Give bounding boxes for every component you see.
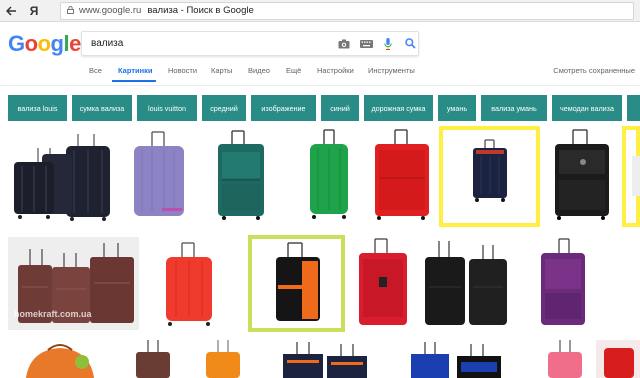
suitcase-image: [276, 242, 320, 321]
result-image-red-soft-suitcase[interactable]: [351, 237, 415, 330]
result-image-navy-suitcase[interactable]: [439, 126, 540, 227]
suitcase-image: [473, 139, 507, 202]
result-image-black-suitcase-pair[interactable]: [421, 237, 513, 330]
result-image-black-orange-suitcase[interactable]: [248, 235, 345, 332]
logo-letter: g: [50, 31, 64, 56]
browser-toolbar: Я www.google.ru вализа - Поиск в Google: [0, 0, 640, 22]
suitcase-image: [218, 130, 264, 220]
logo-letter: o: [24, 31, 38, 56]
suitcase-image: [375, 129, 429, 220]
result-image-lavender-suitcase[interactable]: [126, 128, 191, 223]
suitcase-image: [134, 131, 184, 216]
tab-all[interactable]: Все: [89, 66, 102, 75]
keyboard-icon[interactable]: [358, 36, 374, 52]
camera-icon[interactable]: [336, 36, 352, 52]
tab-video[interactable]: Видео: [248, 66, 270, 75]
suitcase-image: [166, 242, 212, 326]
result-image-purple-suitcase[interactable]: [535, 237, 591, 330]
google-logo[interactable]: Google: [8, 31, 81, 57]
result-image-pink-suitcase[interactable]: [540, 340, 590, 378]
suitcase-image: [604, 348, 634, 378]
luggage-image: [26, 344, 94, 378]
result-image-blue-suitcase[interactable]: [405, 340, 515, 378]
result-image-orange-luggage[interactable]: [20, 340, 100, 378]
result-image-black-luggage-set[interactable]: [8, 128, 121, 223]
chip-louis-vuitton[interactable]: louis vuitton: [137, 95, 197, 121]
chip-travel-bag[interactable]: дорожная сумка: [364, 95, 433, 121]
result-image-brown-luggage-set[interactable]: homekraft.com.ua: [8, 237, 139, 330]
result-image-partial-suitcase[interactable]: [622, 126, 640, 227]
chip-bag[interactable]: сумка вализа: [72, 95, 132, 121]
tab-settings[interactable]: Настройки: [317, 66, 354, 75]
address-title: вализа - Поиск в Google: [147, 5, 254, 16]
result-image-orange-suitcase[interactable]: [198, 340, 248, 378]
search-tabs: Все Картинки Новости Карты Видео Ещё Нас…: [0, 66, 640, 82]
result-image-teal-suitcase[interactable]: [196, 128, 276, 223]
tab-more[interactable]: Ещё: [286, 66, 301, 75]
luggage-set-image: [411, 342, 501, 378]
luggage-set-image: [283, 342, 367, 378]
chip-louis[interactable]: вализа louis: [8, 95, 67, 121]
result-image-red-suitcase[interactable]: [365, 128, 435, 223]
tab-maps[interactable]: Карты: [211, 66, 232, 75]
chip-image[interactable]: изображение: [251, 95, 316, 121]
chip-more[interactable]: с: [627, 95, 640, 121]
suitcase-image: [310, 129, 348, 219]
suitcase-image: [541, 238, 585, 325]
microphone-icon[interactable]: [380, 36, 396, 52]
luggage-set-image: [14, 134, 110, 221]
address-url: www.google.ru: [79, 5, 142, 16]
suitcase-image: [548, 340, 582, 378]
related-chips: вализа louis сумка вализа louis vuitton …: [0, 95, 640, 123]
suitcase-image: [359, 238, 407, 325]
result-image-red-hardshell-suitcase[interactable]: [156, 237, 220, 330]
tabs-divider: [0, 85, 640, 86]
saved-images-link[interactable]: Смотреть сохраненные: [553, 66, 635, 75]
suitcase-image: [632, 156, 640, 196]
tab-images[interactable]: Картинки: [118, 66, 153, 75]
chip-blue[interactable]: синий: [321, 95, 359, 121]
suitcase-image: [206, 340, 240, 378]
search-box: [81, 31, 419, 56]
logo-letter: G: [8, 31, 25, 56]
search-icon[interactable]: [402, 36, 418, 52]
yandex-button[interactable]: Я: [22, 0, 46, 22]
logo-letter: o: [37, 31, 51, 56]
chip-medium[interactable]: средний: [202, 95, 246, 121]
tab-tools[interactable]: Инструменты: [368, 66, 415, 75]
arrow-left-icon: [5, 5, 16, 16]
search-input[interactable]: [91, 33, 331, 54]
chip-valiza-uman[interactable]: вализа умань: [481, 95, 547, 121]
image-watermark: homekraft.com.ua: [14, 309, 92, 319]
result-image-red-suitcase-2[interactable]: [596, 340, 640, 378]
result-image-navy-orange-suitcase[interactable]: [275, 340, 385, 378]
result-image-black-suitcase[interactable]: [545, 128, 617, 223]
logo-letter: e: [69, 31, 81, 56]
address-bar[interactable]: www.google.ru вализа - Поиск в Google: [60, 1, 634, 20]
luggage-pair-image: [425, 241, 507, 325]
active-tab-indicator: [112, 80, 156, 82]
lock-icon: [67, 5, 74, 16]
result-image-green-suitcase[interactable]: [298, 128, 358, 223]
chip-uman[interactable]: умань: [438, 95, 476, 121]
tab-news[interactable]: Новости: [168, 66, 197, 75]
suitcase-image: [555, 129, 609, 220]
suitcase-image: [136, 340, 170, 378]
result-image-brown-suitcase[interactable]: [128, 340, 178, 378]
back-button[interactable]: [0, 0, 22, 22]
chip-suitcase-valiza[interactable]: чемодан вализа: [552, 95, 622, 121]
